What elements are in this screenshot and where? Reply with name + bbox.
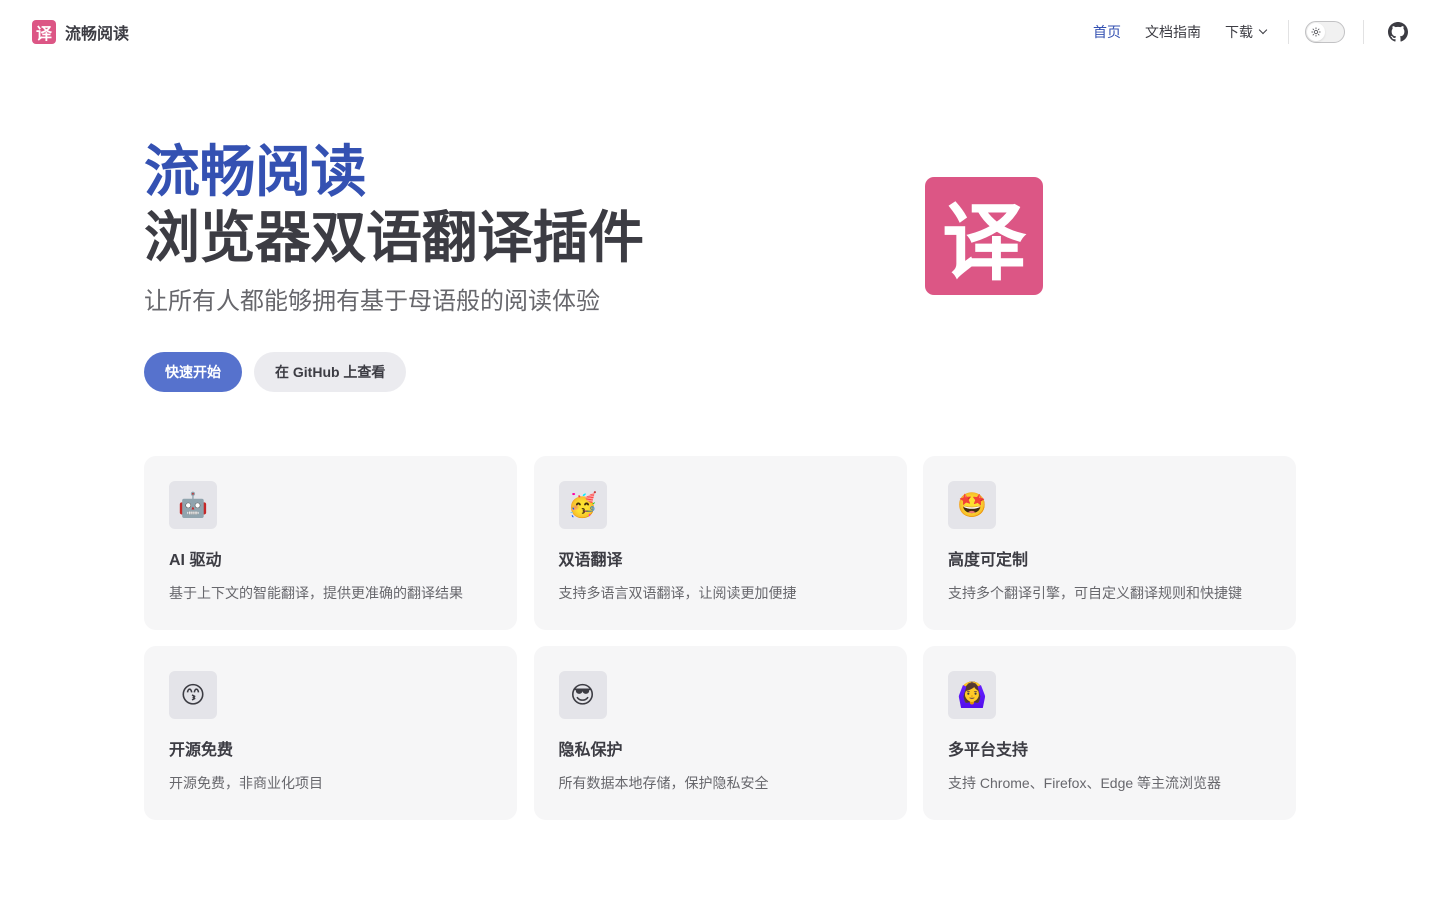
feature-card: 😙 开源免费 开源免费，非商业化项目 [144,646,517,820]
github-icon [1388,22,1408,42]
feature-card: 🙆‍♀️ 多平台支持 支持 Chrome、Firefox、Edge 等主流浏览器 [923,646,1296,820]
feature-card: 🤩 高度可定制 支持多个翻译引擎，可自定义翻译规则和快捷键 [923,456,1296,630]
feature-details: 支持多个翻译引擎，可自定义翻译规则和快捷键 [948,585,1242,601]
top-nav: 译 流畅阅读 首页 文档指南 下载 [0,0,1440,64]
robot-icon: 🤖 [169,481,217,529]
feature-details: 支持 Chrome、Firefox、Edge 等主流浏览器 [948,775,1222,791]
hero-name: 流畅阅读 [144,140,367,203]
star-struck-icon: 🤩 [948,481,996,529]
kissing-face-icon: 😙 [169,671,217,719]
nav-link-home[interactable]: 首页 [1081,16,1133,48]
sun-icon [1307,23,1325,41]
feature-title: 多平台支持 [948,742,1029,759]
feature-card: 🥳 双语翻译 支持多语言双语翻译，让阅读更加便捷 [533,456,907,630]
feature-details: 所有数据本地存储，保护隐私安全 [558,775,769,791]
nav-divider [1363,20,1364,44]
nav-link-download-label: 下载 [1225,24,1253,40]
chevron-down-icon [1258,25,1268,35]
view-on-github-button[interactable]: 在 GitHub 上查看 [254,352,407,392]
feature-details: 支持多语言双语翻译，让阅读更加便捷 [558,585,797,601]
feature-details: 基于上下文的智能翻译，提供更准确的翻译结果 [169,585,463,601]
site-brand[interactable]: 译 流畅阅读 [32,20,129,44]
nav-divider [1288,20,1289,44]
hero-tagline: 让所有人都能够拥有基于母语般的阅读体验 [144,288,600,315]
hero-logo-image: 译 [925,177,1043,295]
github-link[interactable] [1372,16,1408,48]
site-title: 流畅阅读 [65,26,130,43]
get-started-button[interactable]: 快速开始 [144,352,242,392]
nav-link-download[interactable]: 下载 [1213,16,1278,48]
hero-actions: 快速开始 在 GitHub 上查看 [144,352,407,392]
hero-heading: 浏览器双语翻译插件 [144,206,644,269]
nav-menu: 首页 文档指南 下载 [1081,16,1408,48]
theme-toggle[interactable] [1305,21,1345,43]
person-gesturing-ok-icon: 🙆‍♀️ [948,671,996,719]
feature-title: 双语翻译 [558,552,623,569]
logo-icon: 译 [32,20,56,44]
party-face-icon: 🥳 [558,481,607,529]
feature-title: 隐私保护 [558,742,623,759]
feature-title: 开源免费 [169,742,234,759]
sunglasses-face-icon: 😎 [558,671,607,719]
feature-card: 🤖 AI 驱动 基于上下文的智能翻译，提供更准确的翻译结果 [144,456,517,630]
feature-title: 高度可定制 [948,552,1029,569]
feature-title: AI 驱动 [169,552,222,569]
feature-details: 开源免费，非商业化项目 [169,775,323,791]
feature-card: 😎 隐私保护 所有数据本地存储，保护隐私安全 [533,646,907,820]
nav-link-docs[interactable]: 文档指南 [1133,16,1213,48]
features-grid: 🤖 AI 驱动 基于上下文的智能翻译，提供更准确的翻译结果 🥳 双语翻译 支持多… [144,456,1296,820]
